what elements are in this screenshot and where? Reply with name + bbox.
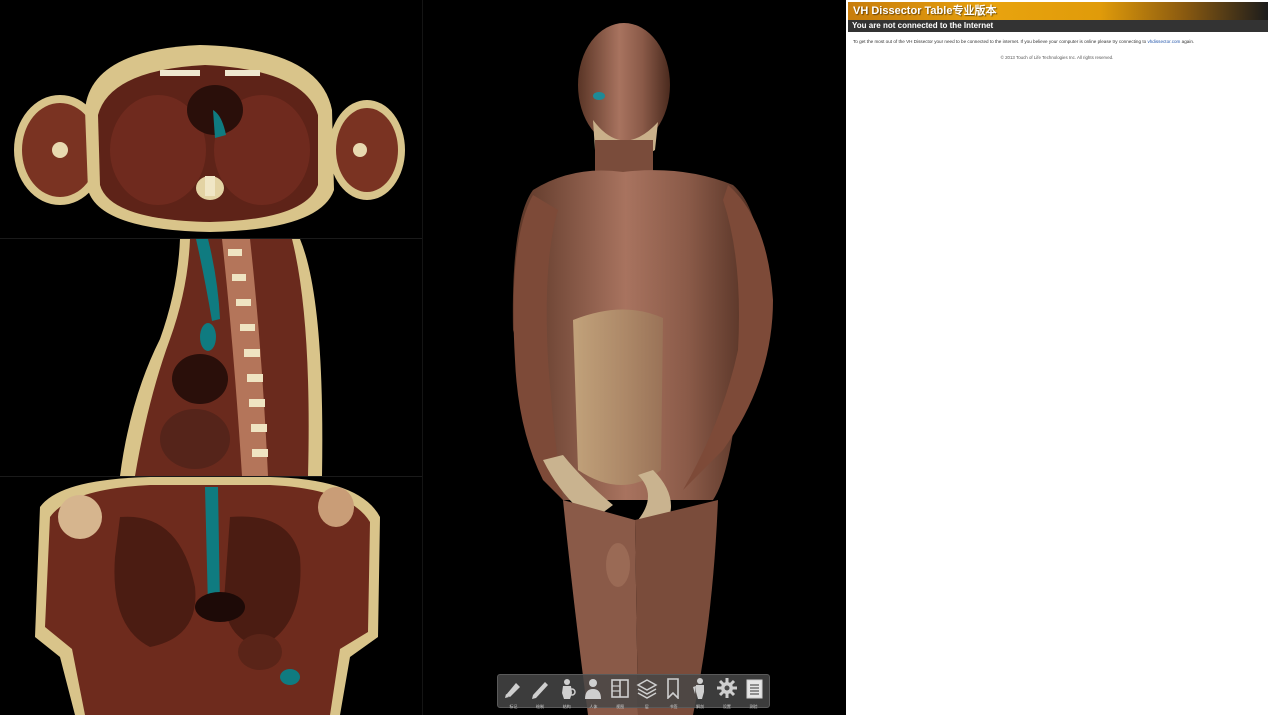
toolbar-button-label: 书签 (669, 704, 678, 709)
panel-title: VH Dissector Table专业版本 (848, 2, 1268, 20)
toolbar-button-gear[interactable]: 设置 (714, 677, 739, 709)
toolbar-button-label: 标记 (509, 704, 518, 709)
toolbar-button-highlighter[interactable]: 标记 (501, 677, 526, 709)
sagittal-slice-view[interactable] (0, 239, 422, 476)
vhdissector-link[interactable]: vhdissector.com (1147, 39, 1180, 44)
info-panel: VH Dissector Table专业版本 You are not conne… (846, 0, 1268, 715)
connection-status-bar: You are not connected to the Internet (848, 20, 1268, 32)
3d-body-model (512, 23, 773, 715)
3d-anatomy-view[interactable]: 标记 绘制 结构 人体 视图 层 书签 解剖 设置 测验 (423, 0, 846, 715)
toolbar-button-body-layers[interactable]: 解剖 (688, 677, 713, 709)
coronal-slice-view[interactable] (0, 477, 422, 715)
layers-icon (636, 677, 658, 704)
sagittal-slice-image (120, 239, 323, 476)
body-layers-icon (689, 677, 711, 704)
toolbar-button-label: 结构 (562, 704, 571, 709)
toolbar-button-layers[interactable]: 层 (634, 677, 659, 709)
pencil-icon (529, 677, 551, 704)
highlighter-icon (502, 677, 524, 704)
toolbar-button-label: 测验 (749, 704, 758, 709)
toolbar-button-label: 解剖 (696, 704, 705, 709)
message-text-end: again. (1181, 39, 1195, 44)
axial-slice-view[interactable] (0, 0, 422, 238)
connection-message: To get the most out of the VH Dissector … (853, 39, 1265, 44)
toolbar-button-panels[interactable]: 视图 (608, 677, 633, 709)
toolbar-button-label: 绘制 (536, 704, 545, 709)
toolbar-button-pencil[interactable]: 绘制 (528, 677, 553, 709)
toolbar-button-person[interactable]: 人体 (581, 677, 606, 709)
body-search-icon (556, 677, 578, 704)
tool-toolbar: 标记 绘制 结构 人体 视图 层 书签 解剖 设置 测验 (497, 674, 770, 709)
panels-icon (609, 677, 631, 704)
copyright-text: © 2013 Touch of Life Technologies Inc. A… (1000, 55, 1114, 60)
gear-icon (716, 677, 738, 704)
notepad-icon (743, 677, 765, 704)
message-text: To get the most out of the VH Dissector … (853, 39, 1147, 44)
bookmark-icon (662, 677, 684, 704)
person-icon (582, 677, 604, 704)
toolbar-button-body-search[interactable]: 结构 (554, 677, 579, 709)
toolbar-button-label: 人体 (589, 704, 598, 709)
coronal-slice-image (35, 477, 380, 715)
toolbar-button-label: 设置 (722, 704, 731, 709)
toolbar-button-label: 层 (644, 704, 649, 709)
axial-slice-image (14, 45, 405, 232)
toolbar-button-notepad[interactable]: 测验 (741, 677, 766, 709)
toolbar-button-bookmark[interactable]: 书签 (661, 677, 686, 709)
toolbar-button-label: 视图 (616, 704, 625, 709)
